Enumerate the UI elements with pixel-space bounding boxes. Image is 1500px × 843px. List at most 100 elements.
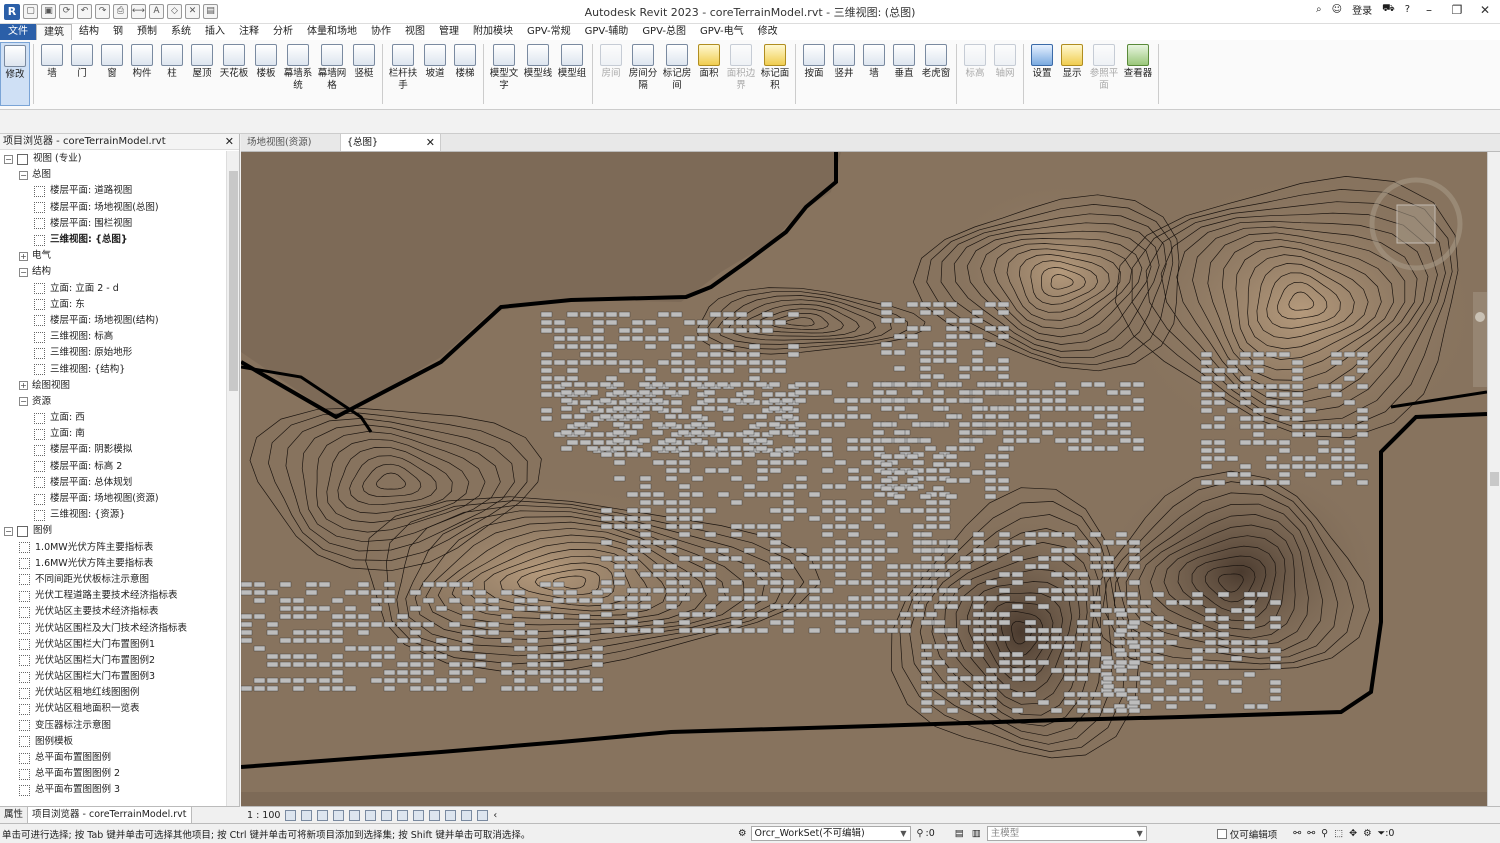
workset-select[interactable]: Orcr_WorkSet(不可编辑) ▼	[750, 826, 911, 841]
tree-item[interactable]: 总平面布置图图例 2	[0, 766, 226, 782]
tab-9[interactable]: 体量和场地	[300, 24, 364, 40]
project-browser-tab[interactable]: 项目浏览器 - coreTerrainModel.rvt	[28, 807, 192, 823]
close-icon[interactable]: ✕	[225, 134, 234, 150]
drag-elements-icon[interactable]: ✥	[1349, 828, 1357, 839]
worksharing-icon[interactable]	[445, 809, 457, 821]
login-link[interactable]: 登录	[1352, 2, 1372, 17]
tree-item[interactable]: 三维视图: {结构}	[0, 361, 226, 377]
ribbon-button-27[interactable]: 垂直	[889, 42, 919, 106]
tab-13[interactable]: 附加模块	[466, 24, 520, 40]
tree-item[interactable]: 立面: 南	[0, 426, 226, 442]
tree-item[interactable]: 光伏工程道路主要技术经济指标表	[0, 588, 226, 604]
navigation-bar[interactable]	[1473, 292, 1487, 387]
tab-0[interactable]: 文件	[0, 24, 36, 40]
ribbon-button-0[interactable]: 修改	[0, 42, 30, 106]
design-options-icon[interactable]: ▤	[955, 828, 964, 839]
revit-logo-icon[interactable]: R	[4, 3, 20, 20]
save-icon[interactable]: ▣	[41, 4, 56, 19]
tree-item[interactable]: 楼层平面: 总体规划	[0, 475, 226, 491]
tree-item[interactable]: + 绘图视图	[0, 378, 226, 394]
tab-1[interactable]: 建筑	[36, 24, 72, 40]
properties-tab[interactable]: 属性	[0, 807, 29, 823]
restore-button[interactable]: ❐	[1448, 3, 1466, 17]
tree-item[interactable]: 图例模板	[0, 734, 226, 750]
tree-item[interactable]: 光伏站区主要技术经济指标表	[0, 604, 226, 620]
ribbon-button-13[interactable]: 坡道	[420, 42, 450, 106]
text-icon[interactable]: A	[149, 4, 164, 19]
ribbon-button-5[interactable]: 柱	[157, 42, 187, 106]
cart-icon[interactable]: ⛟	[1382, 3, 1395, 16]
tree-item[interactable]: 楼层平面: 围栏视图	[0, 216, 226, 232]
collapse-icon[interactable]: −	[4, 526, 13, 536]
tab-14[interactable]: GPV-常规	[520, 24, 578, 40]
highlight-icon[interactable]	[477, 809, 489, 821]
tab-4[interactable]: 预制	[130, 24, 164, 40]
doc-tab-site-view[interactable]: 场地视图(资源)	[241, 134, 341, 151]
ribbon-button-8[interactable]: 楼板	[251, 42, 281, 106]
select-by-face-icon[interactable]: ⬚	[1334, 828, 1343, 839]
open-icon[interactable]: ▢	[23, 4, 38, 19]
ribbon-button-23[interactable]: 标记面积	[758, 42, 792, 106]
tree-item[interactable]: + 电气	[0, 248, 226, 264]
tab-18[interactable]: 修改	[751, 24, 785, 40]
3d-view-icon[interactable]: ◇	[167, 4, 182, 19]
measure-icon[interactable]: ⟷	[131, 4, 146, 19]
tree-item[interactable]: 楼层平面: 场地视图(总图)	[0, 200, 226, 216]
tree-item[interactable]: 1.0MW光伏方阵主要指标表	[0, 540, 226, 556]
tree-item[interactable]: 立面: 东	[0, 297, 226, 313]
render-icon[interactable]	[349, 809, 361, 821]
temp-hide-icon[interactable]	[413, 809, 425, 821]
tree-item[interactable]: 三维视图: {资源}	[0, 507, 226, 523]
view-scale[interactable]: 1 : 100	[247, 810, 280, 821]
tree-item[interactable]: 总平面布置图图例	[0, 750, 226, 766]
chevron-left-icon[interactable]: ‹	[493, 810, 497, 821]
editable-only-checkbox[interactable]	[1216, 828, 1227, 839]
main-model-select[interactable]: 主模型 ▼	[986, 826, 1147, 841]
ribbon-button-15[interactable]: 模型文字	[487, 42, 521, 106]
tree-item[interactable]: 楼层平面: 标高 2	[0, 459, 226, 475]
ribbon-button-32[interactable]: 显示	[1057, 42, 1087, 106]
ribbon-button-24[interactable]: 按面	[799, 42, 829, 106]
ribbon-button-10[interactable]: 幕墙网格	[315, 42, 349, 106]
analytical-icon[interactable]	[461, 809, 473, 821]
ribbon-button-21[interactable]: 面积	[694, 42, 724, 106]
tree-item[interactable]: 变压器标注示意图	[0, 718, 226, 734]
tree-item[interactable]: 光伏站区围栏大门布置图例2	[0, 653, 226, 669]
ribbon-button-29[interactable]: 标高	[960, 42, 990, 106]
tab-2[interactable]: 结构	[72, 24, 106, 40]
ribbon-button-3[interactable]: 窗	[97, 42, 127, 106]
ribbon-button-1[interactable]: 墙	[37, 42, 67, 106]
tree-item[interactable]: − 总图	[0, 167, 226, 183]
tree-item[interactable]: 三维视图: {总图}	[0, 232, 226, 248]
ribbon-button-31[interactable]: 设置	[1027, 42, 1057, 106]
collapse-icon[interactable]: −	[19, 170, 28, 180]
expand-icon[interactable]: +	[19, 251, 28, 261]
expand-icon[interactable]: +	[19, 381, 28, 391]
tree-item[interactable]: − 资源	[0, 394, 226, 410]
ribbon-button-17[interactable]: 模型组	[555, 42, 589, 106]
ribbon-button-30[interactable]: 轴网	[990, 42, 1020, 106]
tree-item[interactable]: 总平面布置图图例 3	[0, 782, 226, 798]
detail-level-icon[interactable]	[285, 809, 297, 821]
tree-item[interactable]: 光伏站区租地面积一览表	[0, 701, 226, 717]
redo-icon[interactable]: ↷	[95, 4, 110, 19]
tree-item[interactable]: 不同间距光伏板标注示意图	[0, 572, 226, 588]
show-crop-icon[interactable]	[381, 809, 393, 821]
help-icon[interactable]: ?	[1405, 4, 1410, 15]
tab-7[interactable]: 注释	[232, 24, 266, 40]
ribbon-button-12[interactable]: 栏杆扶手	[386, 42, 420, 106]
tree-item[interactable]: − 结构	[0, 264, 226, 280]
tab-6[interactable]: 插入	[198, 24, 232, 40]
ribbon-button-28[interactable]: 老虎窗	[919, 42, 953, 106]
sun-path-icon[interactable]	[317, 809, 329, 821]
tree-item[interactable]: 立面: 立面 2 - d	[0, 281, 226, 297]
ribbon-button-16[interactable]: 模型线	[521, 42, 555, 106]
tree-item[interactable]: 光伏站区围栏大门布置图例1	[0, 637, 226, 653]
scroll-thumb[interactable]	[229, 171, 238, 391]
ribbon-button-18[interactable]: 房间	[596, 42, 626, 106]
ribbon-button-2[interactable]: 门	[67, 42, 97, 106]
filter-icon[interactable]: ⏷	[1378, 828, 1386, 839]
tab-8[interactable]: 分析	[266, 24, 300, 40]
select-underlay-icon[interactable]: ⚯	[1307, 828, 1315, 839]
tab-12[interactable]: 管理	[432, 24, 466, 40]
